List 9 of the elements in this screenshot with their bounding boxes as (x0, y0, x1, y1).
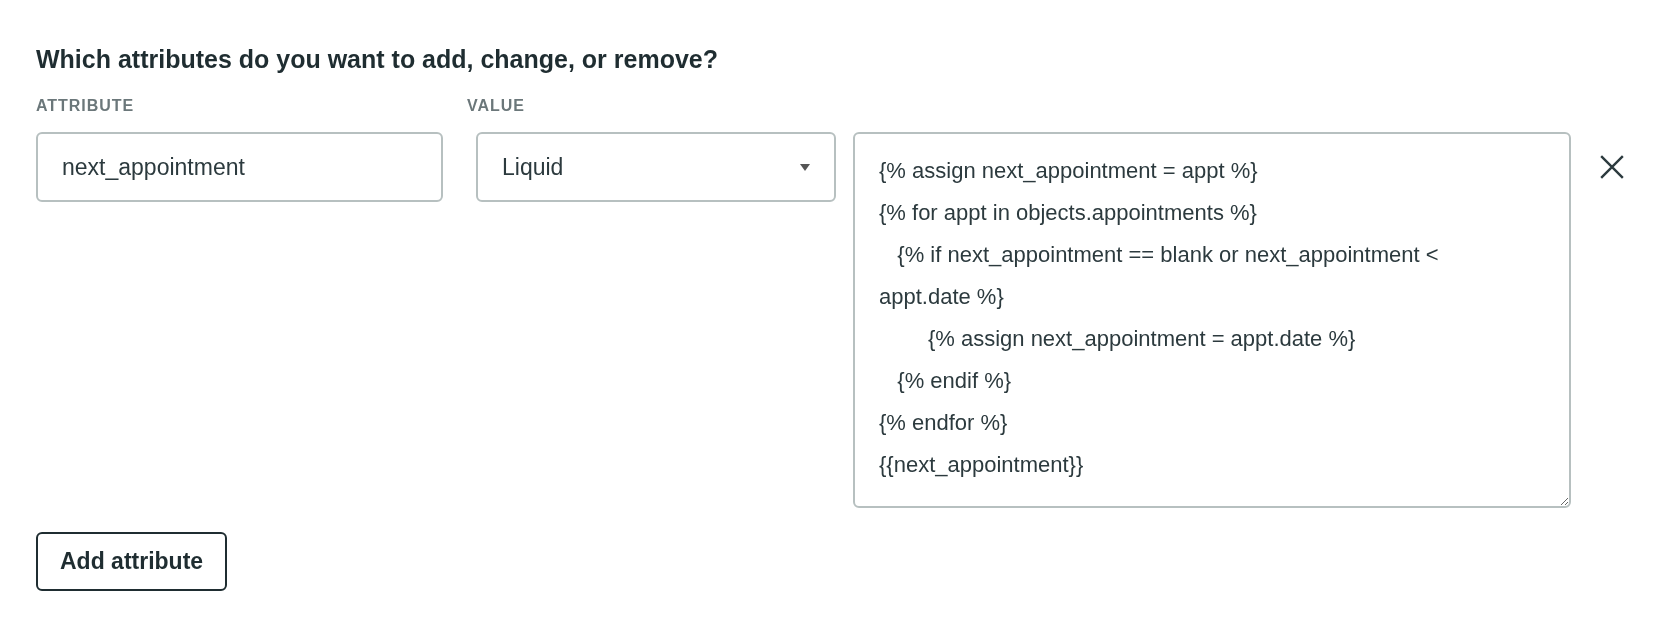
section-heading: Which attributes do you want to add, change, or remove? (36, 44, 719, 74)
caret-icon (800, 163, 810, 171)
add-attribute-button[interactable]: Add attribute (36, 532, 228, 591)
value-type-dropdown[interactable]: Liquid (476, 132, 836, 202)
attribute-input[interactable]: next_appointment (36, 132, 443, 202)
liquid-code-field[interactable]: {% assign next_appointment = appt %} {% for appt in objects.appointments %} {% if next_appointment == blank or next_appointment < appt.date %} {% assign next_appointment = appt.date %} {% endif %} {% endfor %} {{next_appointment}} (853, 132, 1571, 508)
column-label: ATTRIBUTE (36, 96, 135, 116)
close-icon[interactable] (1599, 154, 1625, 180)
column-label: VALUE (467, 96, 525, 116)
